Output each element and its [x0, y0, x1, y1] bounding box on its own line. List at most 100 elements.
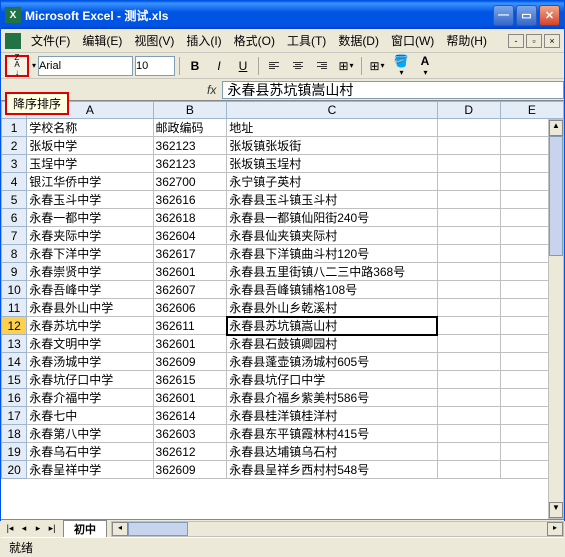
cell[interactable] [437, 299, 500, 317]
cell[interactable]: 永春第八中学 [27, 425, 153, 443]
cell[interactable]: 永春县五里街镇八二三中路368号 [227, 263, 437, 281]
cell[interactable]: 永春玉斗中学 [27, 191, 153, 209]
cell[interactable]: 永春县介福乡紫美村586号 [227, 389, 437, 407]
fill-color-button[interactable]: 🪣▾ [390, 55, 412, 77]
row-header[interactable]: 18 [2, 425, 27, 443]
cell[interactable] [437, 137, 500, 155]
cell[interactable]: 362612 [153, 443, 227, 461]
cell[interactable]: 永春下洋中学 [27, 245, 153, 263]
horizontal-scrollbar[interactable]: ◂ ▸ [111, 521, 564, 537]
cell[interactable]: 永春县石鼓镇卿园村 [227, 335, 437, 353]
col-header-b[interactable]: B [153, 102, 227, 119]
cell[interactable]: 张坂镇玉埕村 [227, 155, 437, 173]
cell[interactable] [437, 209, 500, 227]
cell[interactable]: 永春县外山中学 [27, 299, 153, 317]
cell[interactable]: 邮政编码 [153, 119, 227, 137]
cell[interactable]: 永宁镇子英村 [227, 173, 437, 191]
cell[interactable] [437, 173, 500, 191]
cell[interactable]: 362700 [153, 173, 227, 191]
row-header[interactable]: 3 [2, 155, 27, 173]
row-header[interactable]: 5 [2, 191, 27, 209]
sort-descending-button[interactable]: ZA ↓ [5, 55, 29, 77]
menu-format[interactable]: 格式(O) [228, 30, 281, 51]
cell[interactable]: 362611 [153, 317, 227, 335]
cell[interactable]: 362123 [153, 137, 227, 155]
col-header-d[interactable]: D [437, 102, 500, 119]
row-header[interactable]: 13 [2, 335, 27, 353]
tab-last-button[interactable]: ▸| [45, 523, 59, 534]
vertical-scrollbar[interactable]: ▲ ▼ [548, 119, 564, 519]
row-header[interactable]: 4 [2, 173, 27, 191]
scroll-up-button[interactable]: ▲ [549, 120, 563, 136]
align-center-button[interactable] [287, 55, 309, 77]
doc-restore-button[interactable]: ▫ [526, 34, 542, 48]
row-header[interactable]: 15 [2, 371, 27, 389]
cell[interactable]: 永春县玉斗镇玉斗村 [227, 191, 437, 209]
cell[interactable]: 张坂镇张坂街 [227, 137, 437, 155]
cell[interactable]: 362604 [153, 227, 227, 245]
cell[interactable]: 永春县仙夹镇夹际村 [227, 227, 437, 245]
cell[interactable] [437, 407, 500, 425]
col-header-e[interactable]: E [500, 102, 563, 119]
borders-button[interactable]: ⊞▾ [366, 55, 388, 77]
row-header[interactable]: 19 [2, 443, 27, 461]
cell[interactable]: 362615 [153, 371, 227, 389]
cell[interactable]: 玉埕中学 [27, 155, 153, 173]
col-header-c[interactable]: C [227, 102, 437, 119]
cell[interactable] [437, 155, 500, 173]
cell[interactable]: 张坂中学 [27, 137, 153, 155]
tab-prev-button[interactable]: ◂ [17, 523, 31, 534]
cell[interactable]: 362601 [153, 335, 227, 353]
minimize-button[interactable]: — [493, 5, 514, 26]
row-header[interactable]: 17 [2, 407, 27, 425]
formula-input[interactable]: 永春县苏坑镇嵩山村 [222, 81, 564, 99]
cell[interactable] [437, 353, 500, 371]
cell[interactable] [437, 389, 500, 407]
font-size-select[interactable] [135, 56, 175, 76]
close-button[interactable]: ✕ [539, 5, 560, 26]
cell[interactable]: 362601 [153, 263, 227, 281]
cell[interactable]: 永春苏坑中学 [27, 317, 153, 335]
cell[interactable]: 永春夹际中学 [27, 227, 153, 245]
cell[interactable] [437, 335, 500, 353]
font-name-select[interactable] [38, 56, 133, 76]
cell[interactable]: 永春县东平镇霞林村415号 [227, 425, 437, 443]
cell[interactable]: 永春县蓬壶镇汤城村605号 [227, 353, 437, 371]
fx-icon[interactable]: fx [201, 83, 222, 97]
vscroll-thumb[interactable] [549, 136, 563, 256]
underline-button[interactable]: U [232, 55, 254, 77]
cell[interactable]: 362609 [153, 461, 227, 479]
scroll-right-button[interactable]: ▸ [547, 522, 563, 536]
menu-data[interactable]: 数据(D) [332, 30, 385, 51]
menu-window[interactable]: 窗口(W) [385, 30, 440, 51]
align-right-button[interactable] [311, 55, 333, 77]
cell[interactable]: 永春文明中学 [27, 335, 153, 353]
tab-next-button[interactable]: ▸ [31, 523, 45, 534]
font-color-button[interactable]: A▾ [414, 55, 436, 77]
menu-view[interactable]: 视图(V) [128, 30, 180, 51]
cell[interactable]: 永春介福中学 [27, 389, 153, 407]
cell[interactable] [437, 281, 500, 299]
cell[interactable]: 永春县苏坑镇嵩山村 [227, 317, 437, 335]
cell[interactable]: 永春坑仔口中学 [27, 371, 153, 389]
row-header[interactable]: 14 [2, 353, 27, 371]
row-header[interactable]: 7 [2, 227, 27, 245]
cell[interactable] [437, 425, 500, 443]
row-header[interactable]: 6 [2, 209, 27, 227]
menu-file[interactable]: 文件(F) [25, 30, 76, 51]
cell[interactable] [437, 317, 500, 335]
cell[interactable]: 永春县呈祥乡西村村548号 [227, 461, 437, 479]
cell[interactable]: 362606 [153, 299, 227, 317]
cell[interactable]: 362607 [153, 281, 227, 299]
cell[interactable]: 362614 [153, 407, 227, 425]
row-header[interactable]: 1 [2, 119, 27, 137]
cell[interactable]: 银江华侨中学 [27, 173, 153, 191]
cell[interactable]: 362601 [153, 389, 227, 407]
row-header[interactable]: 16 [2, 389, 27, 407]
tab-first-button[interactable]: |◂ [3, 523, 17, 534]
align-left-button[interactable] [263, 55, 285, 77]
row-header[interactable]: 12 [2, 317, 27, 335]
cell[interactable] [437, 263, 500, 281]
doc-close-button[interactable]: × [544, 34, 560, 48]
menu-edit[interactable]: 编辑(E) [76, 30, 128, 51]
